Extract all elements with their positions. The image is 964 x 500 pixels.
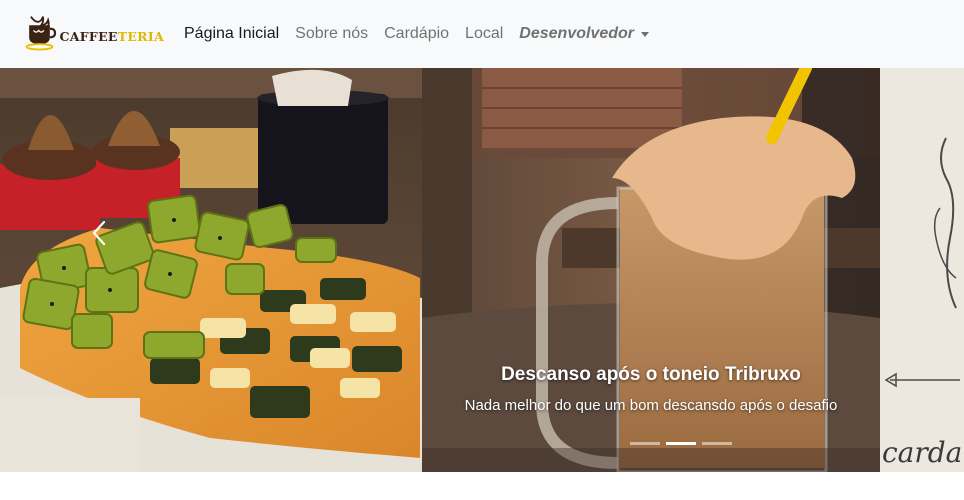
brand-name: CAFFEETERIA [59, 29, 164, 44]
carousel-prev-button[interactable] [84, 208, 114, 258]
nav-item-location[interactable]: Local [457, 25, 511, 43]
carousel-indicators [630, 442, 732, 445]
navbar: CAFFEETERIA Página Inicial Sobre nós Car… [0, 0, 964, 68]
carousel-caption-title: Descanso após o toneio Tribruxo [501, 364, 801, 385]
menu-sketch-text: carda [882, 436, 962, 469]
brand-name-part2: TERIA [117, 28, 164, 44]
carousel-caption-text: Nada melhor do que um bom descansdo após… [464, 397, 838, 414]
carousel-slide-menu: carda [880, 68, 964, 472]
nav-item-about[interactable]: Sobre nós [287, 25, 376, 43]
image-carousel: carda Descanso após o toneio Tribruxo Na… [0, 68, 964, 472]
nav-menu: Página Inicial Sobre nós Cardápio Local … [176, 0, 657, 68]
carousel-indicator-3[interactable] [702, 442, 732, 445]
carousel-indicator-2[interactable] [666, 442, 696, 445]
chevron-left-icon [92, 220, 106, 246]
waffle-photo [0, 68, 422, 472]
brand-name-part1: CAFFEE [59, 28, 118, 44]
brand-link[interactable]: CAFFEETERIA [24, 10, 164, 56]
carousel-indicator-1[interactable] [630, 442, 660, 445]
nav-dropdown-label: Desenvolvedor [519, 25, 635, 42]
nav-item-menu[interactable]: Cardápio [376, 25, 457, 43]
nav-item-home[interactable]: Página Inicial [176, 25, 287, 43]
carousel-slide-waffle [0, 68, 422, 472]
menu-sketch-photo: carda [880, 68, 964, 472]
nav-dropdown-developer[interactable]: Desenvolvedor [511, 25, 657, 43]
caret-down-icon [641, 32, 650, 37]
coffee-cup-logo-icon [25, 16, 57, 51]
